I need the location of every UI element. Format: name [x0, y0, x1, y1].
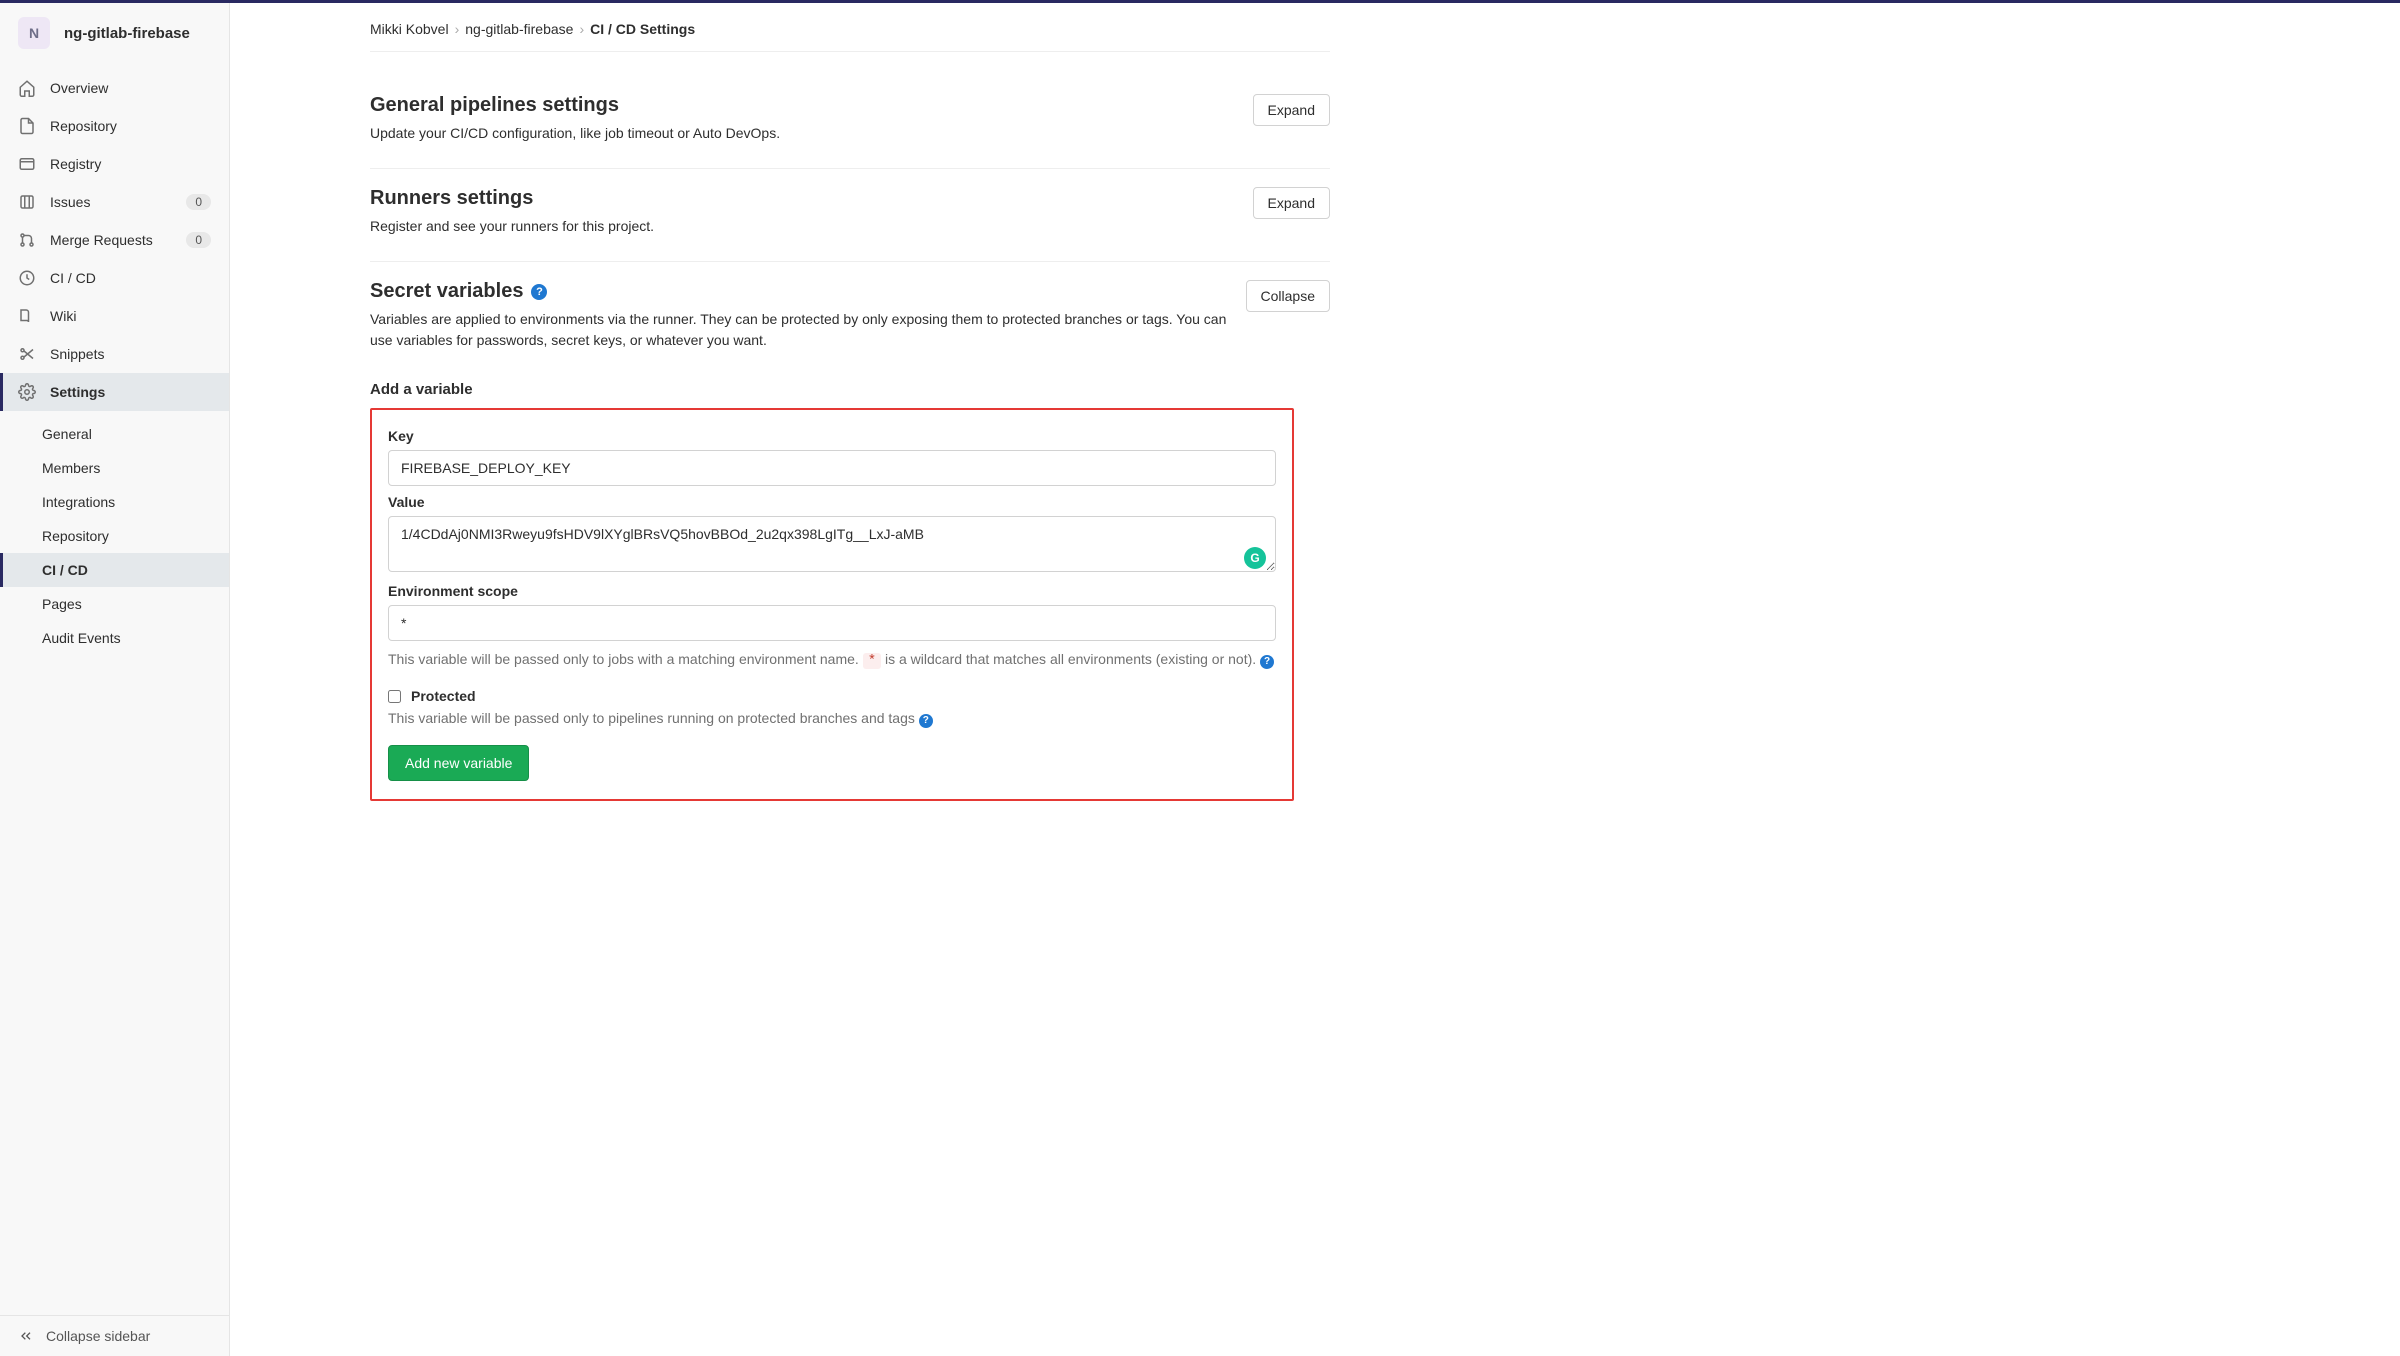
- subnav-cicd[interactable]: CI / CD: [0, 553, 229, 587]
- cicd-icon: [18, 269, 36, 287]
- settings-subnav: General Members Integrations Repository …: [0, 417, 229, 655]
- add-variable-form: Key Value G Environment scope: [370, 408, 1294, 801]
- merge-icon: [18, 231, 36, 249]
- chevron-right-icon: ›: [579, 21, 584, 37]
- sidebar-item-wiki[interactable]: Wiki: [0, 297, 229, 335]
- file-icon: [18, 117, 36, 135]
- issues-icon: [18, 193, 36, 211]
- section-desc: Register and see your runners for this p…: [370, 216, 1240, 237]
- value-label: Value: [388, 494, 1276, 510]
- sidebar-item-cicd[interactable]: CI / CD: [0, 259, 229, 297]
- help-icon[interactable]: ?: [1260, 655, 1274, 669]
- help-icon[interactable]: ?: [919, 714, 933, 728]
- sidebar-item-label: Repository: [50, 118, 211, 134]
- issues-count-badge: 0: [186, 194, 211, 210]
- subnav-members[interactable]: Members: [0, 451, 229, 485]
- mr-count-badge: 0: [186, 232, 211, 248]
- sidebar-nav: Overview Repository Registry Issues 0 Me…: [0, 63, 229, 417]
- chevrons-left-icon: [18, 1328, 34, 1344]
- section-desc: Variables are applied to environments vi…: [370, 309, 1240, 351]
- book-icon: [18, 307, 36, 325]
- sidebar-item-repository[interactable]: Repository: [0, 107, 229, 145]
- main-content: Mikki Kobvel › ng-gitlab-firebase › CI /…: [230, 3, 2400, 1356]
- scope-label: Environment scope: [388, 583, 1276, 599]
- scope-hint: This variable will be passed only to job…: [388, 649, 1276, 672]
- section-title: Runners settings: [370, 187, 1253, 210]
- subnav-repository[interactable]: Repository: [0, 519, 229, 553]
- section-secret-variables: Secret variables ? Variables are applied…: [370, 262, 1330, 825]
- sidebar: N ng-gitlab-firebase Overview Repository…: [0, 3, 230, 1356]
- sidebar-item-label: Snippets: [50, 346, 211, 362]
- project-avatar: N: [18, 17, 50, 49]
- sidebar-item-label: Wiki: [50, 308, 211, 324]
- collapse-sidebar-label: Collapse sidebar: [46, 1328, 150, 1344]
- section-runners: Runners settings Register and see your r…: [370, 169, 1330, 262]
- value-textarea[interactable]: [388, 516, 1276, 572]
- breadcrumb-current: CI / CD Settings: [590, 21, 695, 37]
- project-title[interactable]: ng-gitlab-firebase: [64, 25, 190, 42]
- protected-hint-text: This variable will be passed only to pip…: [388, 710, 919, 726]
- breadcrumb-owner[interactable]: Mikki Kobvel: [370, 21, 449, 37]
- grammarly-icon[interactable]: G: [1244, 547, 1266, 569]
- registry-icon: [18, 155, 36, 173]
- expand-runners-button[interactable]: Expand: [1253, 187, 1330, 219]
- sidebar-item-label: Merge Requests: [50, 232, 172, 248]
- sidebar-item-overview[interactable]: Overview: [0, 69, 229, 107]
- sidebar-item-settings[interactable]: Settings: [0, 373, 229, 411]
- key-label: Key: [388, 428, 1276, 444]
- section-title-text: Secret variables: [370, 280, 523, 303]
- add-new-variable-button[interactable]: Add new variable: [388, 745, 529, 781]
- section-title: General pipelines settings: [370, 94, 1253, 117]
- subnav-integrations[interactable]: Integrations: [0, 485, 229, 519]
- section-desc: Update your CI/CD configuration, like jo…: [370, 123, 1240, 144]
- add-variable-heading: Add a variable: [370, 381, 1330, 398]
- breadcrumb-project[interactable]: ng-gitlab-firebase: [465, 21, 573, 37]
- collapse-sidebar-button[interactable]: Collapse sidebar: [0, 1315, 229, 1356]
- expand-general-button[interactable]: Expand: [1253, 94, 1330, 126]
- scope-hint-post: is a wildcard that matches all environme…: [885, 651, 1260, 667]
- key-input[interactable]: [388, 450, 1276, 486]
- sidebar-header: N ng-gitlab-firebase: [0, 3, 229, 63]
- sidebar-item-label: CI / CD: [50, 270, 211, 286]
- sidebar-item-label: Registry: [50, 156, 211, 172]
- section-general-pipelines: General pipelines settings Update your C…: [370, 76, 1330, 169]
- wildcard-token: *: [863, 653, 881, 669]
- protected-label: Protected: [411, 688, 476, 704]
- sidebar-item-merge-requests[interactable]: Merge Requests 0: [0, 221, 229, 259]
- section-title: Secret variables ?: [370, 280, 1246, 303]
- gear-icon: [18, 383, 36, 401]
- protected-hint: This variable will be passed only to pip…: [388, 708, 1276, 729]
- breadcrumb: Mikki Kobvel › ng-gitlab-firebase › CI /…: [370, 3, 1330, 52]
- sidebar-item-registry[interactable]: Registry: [0, 145, 229, 183]
- collapse-secret-button[interactable]: Collapse: [1246, 280, 1330, 312]
- subnav-general[interactable]: General: [0, 417, 229, 451]
- subnav-audit-events[interactable]: Audit Events: [0, 621, 229, 655]
- protected-checkbox[interactable]: [388, 690, 401, 703]
- subnav-pages[interactable]: Pages: [0, 587, 229, 621]
- scope-input[interactable]: [388, 605, 1276, 641]
- sidebar-item-issues[interactable]: Issues 0: [0, 183, 229, 221]
- sidebar-item-label: Issues: [50, 194, 172, 210]
- home-icon: [18, 79, 36, 97]
- chevron-right-icon: ›: [455, 21, 460, 37]
- scissors-icon: [18, 345, 36, 363]
- sidebar-item-snippets[interactable]: Snippets: [0, 335, 229, 373]
- scope-hint-pre: This variable will be passed only to job…: [388, 651, 863, 667]
- sidebar-item-label: Settings: [50, 384, 211, 400]
- sidebar-item-label: Overview: [50, 80, 211, 96]
- help-icon[interactable]: ?: [531, 284, 547, 300]
